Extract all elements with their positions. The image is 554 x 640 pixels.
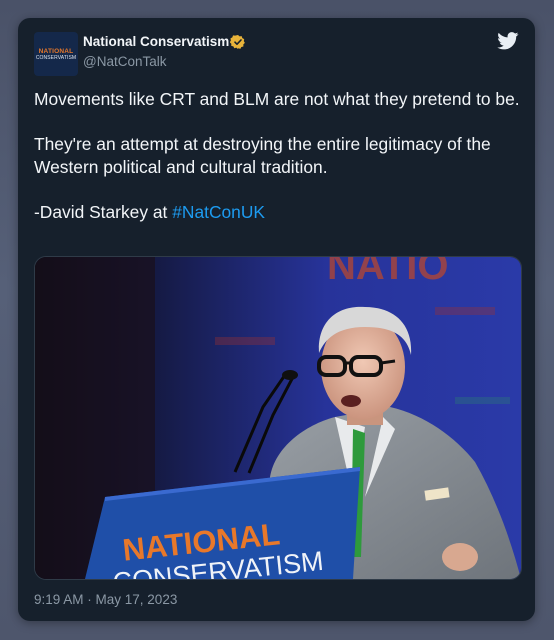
tweet-paragraph-3: -David Starkey at #NatConUK [34, 201, 520, 224]
avatar-text-top: NATIONAL [38, 47, 74, 55]
attribution-text: -David Starkey at [34, 201, 173, 222]
avatar-text-bottom: CONSERVATISM [35, 54, 77, 61]
verified-badge-icon [230, 35, 245, 49]
author-handle[interactable]: @NatConTalk [83, 54, 167, 69]
tweet-body: Movements like CRT and BLM are not what … [34, 88, 520, 246]
hashtag-link[interactable]: #NatConUK [172, 202, 265, 222]
tweet-timestamp[interactable]: 9:19 AM · May 17, 2023 [34, 592, 177, 607]
tweet-paragraph-1: Movements like CRT and BLM are not what … [34, 89, 520, 109]
twitter-bird-icon[interactable] [497, 32, 519, 50]
tweet-photo[interactable]: NATIO NATIONAL CONSERVATISM [34, 256, 522, 580]
backdrop-text: NATIO [327, 257, 448, 288]
avatar[interactable]: NATIONAL CONSERVATISM [34, 32, 78, 76]
author-display-name[interactable]: National Conservatism [83, 34, 229, 49]
tweet-card[interactable]: NATIONAL CONSERVATISM National Conservat… [18, 18, 535, 621]
speaker-photo: NATIO NATIONAL CONSERVATISM [35, 257, 521, 579]
tweet-paragraph-2: They're an attempt at destroying the ent… [34, 134, 491, 177]
